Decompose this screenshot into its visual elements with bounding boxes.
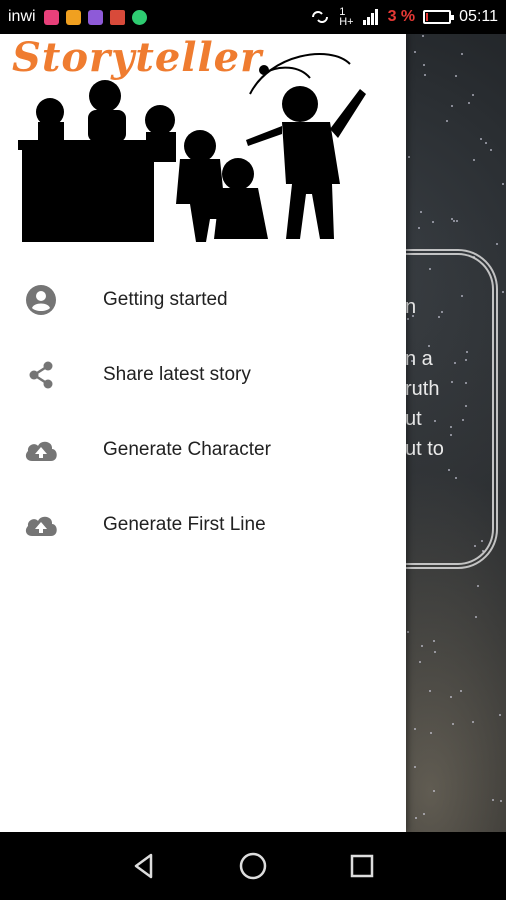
menu-item-label: Getting started [103, 288, 228, 310]
menu-item-label: Share latest story [103, 363, 251, 385]
menu-item-label: Generate First Line [103, 513, 266, 535]
star [413, 765, 416, 768]
star [418, 660, 421, 663]
star [408, 156, 411, 158]
star [406, 631, 409, 634]
star [453, 220, 456, 223]
sync-icon [312, 11, 329, 23]
star [450, 217, 453, 220]
star [413, 728, 416, 731]
star [449, 696, 452, 699]
status-right: 1 H+ 3 % 05:11 [309, 6, 498, 28]
star [423, 812, 426, 815]
signal-icon [362, 9, 378, 25]
star [428, 690, 431, 693]
star [498, 713, 501, 716]
star [432, 220, 435, 223]
star [490, 149, 493, 152]
star [451, 723, 454, 726]
account-circle-icon [21, 280, 61, 320]
star [501, 183, 504, 186]
mail-icon [109, 9, 125, 25]
lock-icon [65, 9, 81, 25]
battery-icon [423, 10, 455, 24]
menu-item-share-latest-story[interactable]: Share latest story [0, 337, 406, 412]
carrier-name: inwi [8, 8, 36, 25]
system-navigation-bar [0, 832, 506, 900]
star [474, 616, 477, 619]
star [471, 94, 474, 97]
star [499, 800, 502, 803]
background-text: n n a ruth ut ut to [405, 296, 444, 460]
star [491, 799, 494, 801]
star [501, 290, 504, 293]
status-bar: inwi 1 H+ 3 % 05:11 [0, 0, 506, 34]
star [432, 789, 435, 792]
star [480, 138, 483, 141]
star [451, 105, 454, 108]
share-icon [21, 355, 61, 395]
menu-item-generate-character[interactable]: Generate Character [0, 412, 406, 487]
star [414, 816, 417, 819]
star [433, 639, 436, 642]
star [414, 50, 417, 53]
star [495, 242, 498, 245]
star [434, 651, 437, 654]
star [446, 120, 449, 123]
drawer-menu: Getting started Share latest story Gener… [0, 262, 406, 562]
drawer-header: Storyteller [0, 34, 406, 254]
star [422, 34, 425, 37]
clock: 05:11 [459, 8, 498, 25]
star [473, 158, 476, 161]
network-indicator: 1 H+ [339, 6, 354, 28]
star [455, 75, 458, 78]
recents-icon[interactable] [349, 853, 375, 879]
menu-item-getting-started[interactable]: Getting started [0, 262, 406, 337]
star [419, 210, 422, 213]
store-icon [43, 9, 59, 25]
star [459, 690, 462, 693]
star [468, 102, 471, 105]
navigation-drawer: Storyteller Getting started Share latest… [0, 34, 406, 832]
menu-item-label: Generate Character [103, 438, 271, 460]
star [429, 732, 432, 735]
star [422, 63, 425, 66]
star [476, 585, 479, 588]
whatsapp-icon [131, 9, 147, 25]
home-icon[interactable] [238, 851, 268, 881]
menu-item-generate-first-line[interactable]: Generate First Line [0, 487, 406, 562]
grid-icon [87, 9, 103, 25]
star [485, 141, 488, 144]
star [472, 720, 475, 723]
star [421, 644, 424, 647]
back-icon[interactable] [131, 852, 157, 880]
star [423, 73, 426, 76]
star [455, 219, 458, 222]
cloud-upload-icon [21, 430, 61, 470]
storyteller-silhouette-illustration [18, 53, 366, 242]
cloud-upload-icon [21, 505, 61, 545]
battery-percent: 3 % [387, 8, 416, 25]
star [417, 226, 420, 229]
star [461, 53, 464, 56]
